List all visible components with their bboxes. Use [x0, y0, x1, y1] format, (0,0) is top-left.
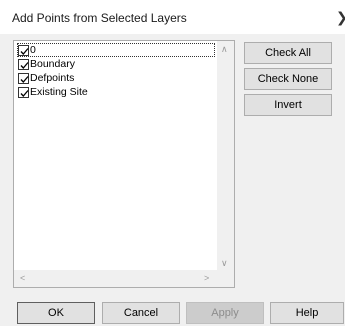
scroll-down-icon[interactable]: ∨: [221, 258, 228, 269]
checkmark-icon: [20, 75, 29, 83]
list-item-0[interactable]: 0: [17, 43, 215, 57]
dialog-title: Add Points from Selected Layers: [12, 11, 187, 25]
layer-list[interactable]: 0 Boundary Defpoints Existing Site ∧ ∨ <…: [13, 40, 235, 288]
list-item-label: 0: [30, 44, 36, 56]
apply-button[interactable]: Apply: [186, 302, 264, 324]
horizontal-scrollbar[interactable]: < >: [14, 270, 218, 287]
checkmark-icon: [20, 47, 29, 55]
scroll-right-icon[interactable]: >: [204, 273, 209, 283]
list-item-label: Boundary: [30, 58, 75, 70]
checkmark-icon: [20, 89, 29, 97]
list-item-label: Existing Site: [30, 86, 88, 98]
checkbox-boundary[interactable]: [18, 58, 29, 70]
title-bar: Add Points from Selected Layers ❯: [0, 0, 345, 34]
ok-button[interactable]: OK: [17, 302, 95, 324]
invert-button[interactable]: Invert: [244, 94, 332, 116]
checkmark-icon: [20, 61, 29, 69]
list-item-label: Defpoints: [30, 72, 75, 84]
close-icon[interactable]: ❯: [336, 9, 345, 26]
scroll-up-icon[interactable]: ∧: [221, 44, 228, 55]
scrollbar-corner: [217, 270, 234, 287]
list-item-existing-site[interactable]: Existing Site: [18, 86, 88, 98]
check-none-button[interactable]: Check None: [244, 68, 332, 90]
checkbox-0[interactable]: [18, 44, 29, 56]
list-item-boundary[interactable]: Boundary: [18, 58, 75, 70]
checkbox-defpoints[interactable]: [18, 72, 29, 84]
scroll-left-icon[interactable]: <: [20, 273, 25, 283]
cancel-button[interactable]: Cancel: [102, 302, 180, 324]
help-button[interactable]: Help: [270, 302, 344, 324]
vertical-scrollbar[interactable]: ∧ ∨: [217, 41, 234, 271]
check-all-button[interactable]: Check All: [244, 42, 332, 64]
checkbox-existing-site[interactable]: [18, 86, 29, 98]
list-item-defpoints[interactable]: Defpoints: [18, 72, 74, 84]
